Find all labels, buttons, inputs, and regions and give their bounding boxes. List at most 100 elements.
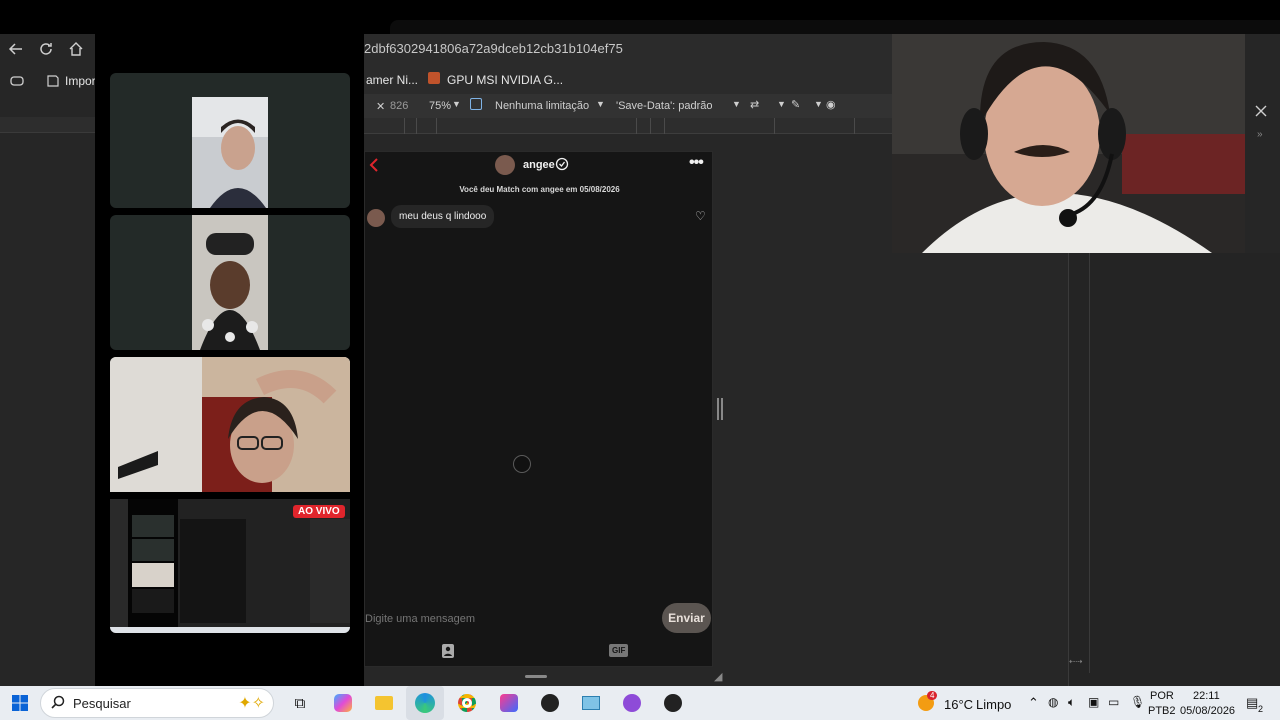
save-data-select[interactable]: 'Save-Data': padrão xyxy=(616,100,713,112)
back-arrow-icon[interactable] xyxy=(369,157,379,178)
weather-desc[interactable]: Limpo xyxy=(976,697,1011,712)
favorites-import-link[interactable]: Import xyxy=(65,74,99,88)
chat-header: angee ••• xyxy=(365,152,714,180)
tray-app-icon[interactable]: ▣ xyxy=(1088,695,1099,709)
avatar[interactable] xyxy=(367,209,385,227)
throttle-select[interactable]: Nenhuma limitação xyxy=(495,100,589,112)
zoom-select[interactable]: 75% xyxy=(429,100,451,112)
match-banner: Você deu Match com angee em 05/08/2026 xyxy=(459,185,620,194)
notification-icon[interactable]: ▤ xyxy=(1246,695,1258,711)
chrome-icon[interactable] xyxy=(454,686,480,720)
tab-strip xyxy=(390,20,1280,34)
message-composer: Enviar xyxy=(365,603,714,635)
ruler-tick xyxy=(854,118,855,134)
live-badge: AO VIVO xyxy=(293,505,345,518)
media-player-icon[interactable] xyxy=(660,686,686,720)
chevron-down-icon: ▼ xyxy=(452,99,461,109)
close-icon[interactable] xyxy=(1255,104,1267,122)
devtools-panel: ⇠⇢ xyxy=(1068,253,1280,686)
clock-date[interactable]: 05/08/2026 xyxy=(1180,705,1235,717)
chevron-down-icon: ▼ xyxy=(777,99,786,109)
dimension-separator-icon: ✕ xyxy=(376,101,386,113)
devtools-header: » xyxy=(1245,34,1280,253)
clock-time[interactable]: 22:11 xyxy=(1193,690,1220,702)
screen: Import 2dbf6302941806a72a9dceb12cb31b104… xyxy=(0,0,1280,720)
panel-toggle-icon[interactable]: ⇠⇢ xyxy=(1069,657,1089,671)
home-indicator xyxy=(525,675,547,678)
obs-icon[interactable] xyxy=(537,686,563,720)
task-view-icon[interactable]: ⧉ xyxy=(288,686,312,720)
notification-count: 2 xyxy=(1258,704,1264,714)
height-field[interactable]: 826 xyxy=(390,100,408,112)
rotate-icon[interactable] xyxy=(470,98,482,110)
chevron-down-icon: ▼ xyxy=(814,99,823,109)
favorites-bar: Import xyxy=(0,70,99,98)
search-placeholder: Pesquisar xyxy=(73,695,131,711)
file-explorer-icon[interactable] xyxy=(371,686,397,720)
screenshot-icon[interactable]: ⇄ xyxy=(750,98,759,111)
pen-icon[interactable]: ✎ xyxy=(791,98,800,111)
mic-icon[interactable]: 🎙︎ xyxy=(1130,695,1145,709)
streamer-webcam xyxy=(892,34,1245,253)
participant-video xyxy=(110,357,350,492)
heart-icon[interactable]: ♡ xyxy=(695,209,706,223)
bookmark-favicon-icon xyxy=(428,72,440,84)
bookmark-item[interactable]: GPU MSI NVIDIA G... xyxy=(447,73,563,87)
ruler-tick xyxy=(636,118,637,134)
participant-video xyxy=(110,73,350,208)
search-icon xyxy=(51,695,65,712)
resize-handle[interactable] xyxy=(717,398,723,420)
home-icon[interactable] xyxy=(68,41,84,62)
window-app-icon[interactable] xyxy=(578,686,604,720)
avatar[interactable] xyxy=(495,155,515,175)
devtools-divider xyxy=(1089,253,1090,673)
bookmark-item[interactable]: amer Ni... xyxy=(366,73,418,87)
ruler-tick xyxy=(416,118,417,134)
message-input[interactable] xyxy=(365,606,655,632)
weather-temp[interactable]: 16°C xyxy=(944,697,973,712)
ruler-top xyxy=(364,118,892,134)
message-bubble: meu deus q lindooo xyxy=(391,205,495,228)
participant-video xyxy=(110,215,350,350)
volume-icon[interactable]: 🔈︎ xyxy=(1068,695,1075,710)
display-icon[interactable]: ▭ xyxy=(1108,695,1119,709)
chevron-right-icon[interactable]: » xyxy=(1257,129,1263,140)
eye-icon[interactable]: ◉ xyxy=(826,98,836,111)
more-options-icon[interactable]: ••• xyxy=(689,154,704,172)
composer-tools: GIF xyxy=(365,640,714,664)
ruler-left xyxy=(0,117,95,133)
ruler-tick xyxy=(404,118,405,134)
contact-name[interactable]: angee xyxy=(523,159,555,171)
send-button[interactable]: Enviar xyxy=(662,603,711,633)
ruler-tick xyxy=(774,118,775,134)
url-text: 2dbf6302941806a72a9dceb12cb31b104ef75 xyxy=(364,41,623,56)
lang-top[interactable]: POR xyxy=(1150,690,1174,702)
gif-icon[interactable]: GIF xyxy=(609,644,629,657)
chevron-up-icon[interactable]: ⌃ xyxy=(1028,695,1039,711)
chevron-down-icon: ▼ xyxy=(596,99,605,109)
copilot-icon[interactable] xyxy=(330,686,356,720)
loading-spinner xyxy=(513,455,531,473)
network-icon[interactable]: ◍ xyxy=(1048,695,1058,709)
resize-corner-icon[interactable]: ◢ xyxy=(714,670,722,683)
address-bar[interactable]: 2dbf6302941806a72a9dceb12cb31b104ef75 xyxy=(364,34,892,64)
send-label: Enviar xyxy=(668,611,705,625)
stream-preview xyxy=(110,499,350,633)
verified-icon xyxy=(555,157,569,176)
contact-card-icon[interactable] xyxy=(441,643,455,664)
back-arrow-icon[interactable] xyxy=(8,41,24,62)
lang-bottom[interactable]: PTB2 xyxy=(1148,705,1176,717)
taskbar-search[interactable]: Pesquisar ✦✧ xyxy=(40,688,274,718)
chat-app: angee ••• Você deu Match com angee em 05… xyxy=(364,151,714,678)
refresh-icon[interactable] xyxy=(38,41,54,62)
chevron-down-icon: ▼ xyxy=(732,99,741,109)
windows-icon[interactable] xyxy=(8,686,32,720)
chat-app-icon[interactable] xyxy=(619,686,645,720)
browser-left-chrome: Import xyxy=(0,34,99,686)
edge-icon[interactable] xyxy=(406,686,444,720)
ruler-tick xyxy=(436,118,437,134)
game-app-icon[interactable] xyxy=(496,686,522,720)
ruler-tick xyxy=(664,118,665,134)
sparkle-icon: ✦✧ xyxy=(238,695,265,712)
collections-icon[interactable] xyxy=(10,74,24,93)
